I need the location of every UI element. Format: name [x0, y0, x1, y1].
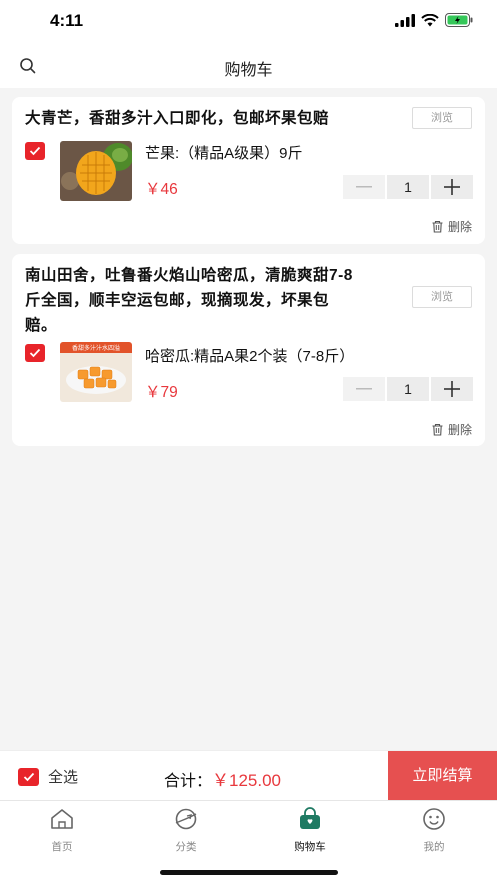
page-title: 购物车 [224, 62, 273, 79]
nav-bar: 购物车 [0, 44, 497, 88]
product-price: ￥79 [145, 384, 178, 401]
tab-label: 首页 [51, 841, 73, 853]
quantity-stepper: 1 [343, 377, 473, 401]
category-icon [175, 808, 197, 830]
select-all-label: 全选 [48, 769, 79, 786]
tab-profile[interactable]: 我的 [399, 807, 469, 854]
trash-icon [432, 220, 443, 233]
status-bar: 4:11 [0, 0, 497, 44]
minus-icon [356, 388, 372, 390]
tab-category[interactable]: 分类 [151, 807, 221, 854]
tab-home[interactable]: 首页 [27, 807, 97, 854]
home-icon [51, 809, 73, 829]
product-thumbnail[interactable] [60, 141, 132, 201]
mango-image [60, 141, 132, 201]
quantity-stepper: 1 [343, 175, 473, 199]
delete-button[interactable]: 删除 [431, 218, 472, 235]
decrease-button[interactable] [343, 175, 385, 199]
checkmark-icon [29, 146, 41, 156]
item-checkbox[interactable] [25, 142, 45, 160]
decrease-button[interactable] [343, 377, 385, 401]
status-icons [395, 13, 473, 27]
quantity-input[interactable]: 1 [387, 175, 429, 199]
thumb-caption: 香甜多汁汁水四溢 [72, 344, 120, 352]
product-name[interactable]: 哈密瓜:精品A果2个装（7-8斤） [145, 345, 354, 366]
minus-icon [356, 186, 372, 188]
store-title: 大青芒，香甜多汁入口即化，包邮坏果包赔 [25, 110, 330, 127]
checkmark-icon [23, 772, 34, 781]
select-all-checkbox[interactable] [18, 767, 39, 786]
wifi-icon [421, 13, 439, 26]
product-name[interactable]: 芒果:（精品A级果）9斤 [145, 142, 303, 163]
tab-label: 购物车 [294, 841, 326, 853]
cart-total: 合计：￥125.00 [164, 766, 281, 791]
plus-icon [444, 179, 460, 195]
plus-icon [444, 381, 460, 397]
select-all-toggle[interactable]: 全选 [18, 766, 78, 787]
cart-store-card: 大青芒，香甜多汁入口即化，包邮坏果包赔 浏览 芒果:（精品A级果）9斤 ￥46 … [12, 97, 485, 244]
browse-button[interactable]: 浏览 [412, 107, 472, 129]
tab-cart[interactable]: 购物车 [275, 807, 345, 854]
store-title-line: 赔。 [25, 317, 58, 334]
item-checkbox[interactable] [25, 344, 45, 362]
profile-icon [423, 808, 445, 830]
battery-icon [445, 13, 473, 27]
store-title: 南山田舍，吐鲁番火焰山哈密瓜，清脆爽甜7-8 斤全国，顺丰空运包邮，现摘现发，坏… [25, 263, 353, 338]
tab-label: 分类 [175, 841, 197, 853]
product-thumbnail[interactable]: 香甜多汁汁水四溢 [60, 342, 132, 402]
delete-label: 删除 [447, 423, 472, 437]
quantity-input[interactable]: 1 [387, 377, 429, 401]
checkout-button[interactable]: 立即结算 [388, 751, 497, 801]
status-time: 4:11 [50, 11, 84, 30]
trash-icon [432, 423, 443, 436]
delete-button[interactable]: 删除 [431, 421, 472, 438]
store-title-line: 斤全国，顺丰空运包邮，现摘现发，坏果包 [25, 292, 330, 309]
tab-label: 我的 [423, 841, 445, 853]
delete-label: 删除 [447, 220, 472, 234]
increase-button[interactable] [431, 175, 473, 199]
total-value: ￥125.00 [212, 771, 282, 790]
melon-image: 香甜多汁汁水四溢 [60, 342, 132, 402]
browse-button[interactable]: 浏览 [412, 286, 472, 308]
home-indicator [160, 870, 338, 875]
checkout-bar: 全选 合计：￥125.00 立即结算 [0, 750, 497, 801]
cart-icon [300, 807, 320, 829]
total-label: 合计： [164, 773, 213, 790]
cart-store-card: 南山田舍，吐鲁番火焰山哈密瓜，清脆爽甜7-8 斤全国，顺丰空运包邮，现摘现发，坏… [12, 254, 485, 446]
product-price: ￥46 [145, 181, 178, 198]
store-title-line: 南山田舍，吐鲁番火焰山哈密瓜，清脆爽甜7-8 [25, 267, 353, 284]
increase-button[interactable] [431, 377, 473, 401]
checkmark-icon [29, 348, 41, 358]
signal-icon [395, 13, 415, 27]
